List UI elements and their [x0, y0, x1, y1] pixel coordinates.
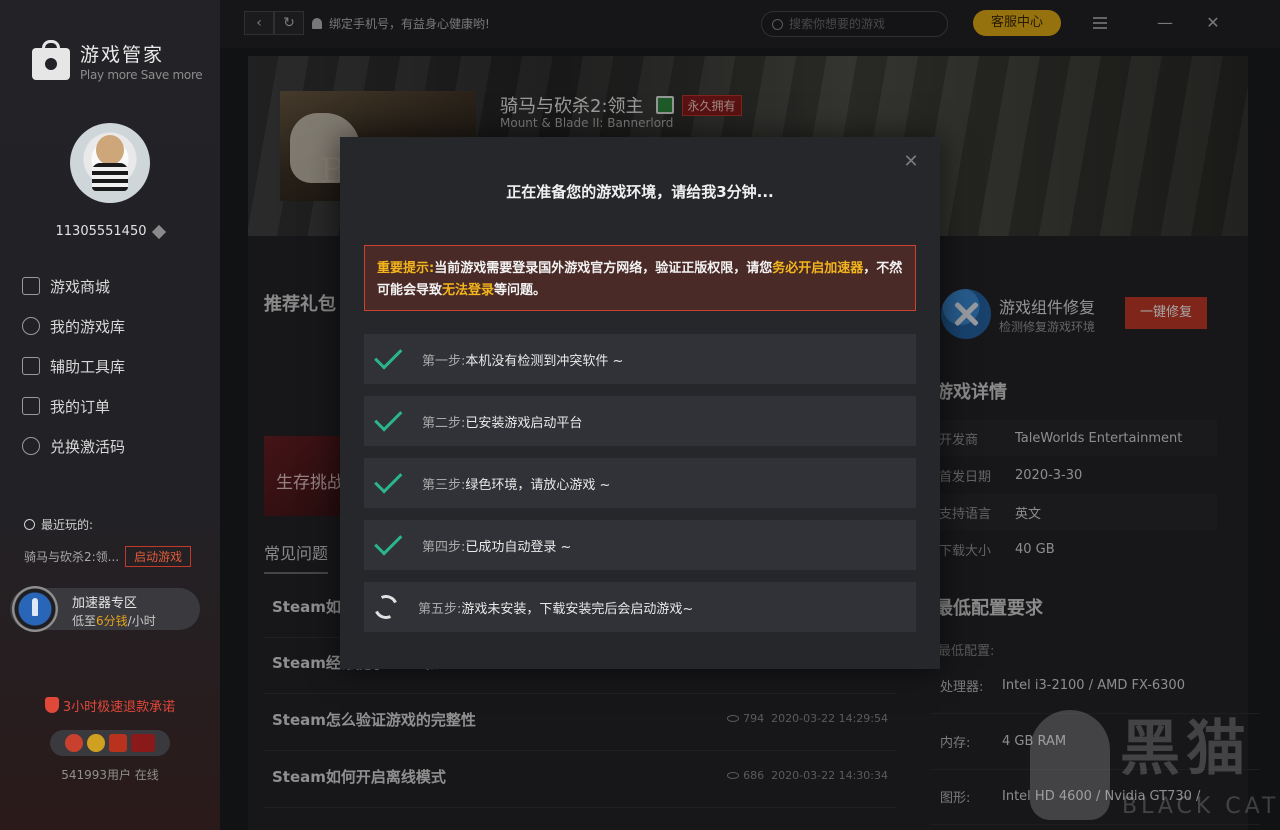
step-label: 第一步: — [422, 353, 466, 369]
police-badge-icon — [65, 734, 83, 752]
close-icon: ✕ — [903, 151, 919, 172]
loading-spinner-icon — [370, 591, 402, 623]
launch-game-button[interactable]: 启动游戏 — [125, 546, 192, 567]
notice-prefix: 重要提示: — [377, 261, 435, 276]
accelerator-price: 低至6分钱/小时 — [72, 612, 156, 629]
order-icon — [22, 397, 40, 415]
check-icon — [374, 465, 403, 494]
step-row: 第三步: 绿色环境，请放心游戏 ~ — [364, 458, 916, 508]
step-row: 第五步: 游戏未安装，下载安装完后会启动游戏~ — [364, 582, 916, 632]
user-id: 11305551450 — [0, 224, 220, 239]
recent-game-row: 骑马与砍杀2:领... 启动游戏 — [24, 546, 192, 567]
step-label: 第二步: — [422, 415, 466, 431]
price-prefix: 低至 — [72, 614, 97, 628]
shopping-bag-logo-icon — [30, 40, 72, 82]
sidebar-item-tools[interactable]: 辅助工具库 — [22, 346, 125, 386]
sidebar-item-store[interactable]: 游戏商城 — [22, 266, 125, 306]
check-icon — [374, 527, 403, 556]
refund-promise[interactable]: 3小时极速退款承诺 — [0, 696, 220, 715]
gamepad-icon — [22, 317, 40, 335]
sidebar-item-label: 兑换激活码 — [50, 437, 126, 456]
brand-title: 游戏管家 — [80, 44, 165, 66]
redeem-icon — [22, 437, 40, 455]
dialog-close-button[interactable]: ✕ — [902, 153, 920, 171]
refund-text: 3小时极速退款承诺 — [62, 700, 176, 715]
notice-highlight: 无法登录 — [442, 283, 495, 298]
price-suffix: /小时 — [127, 614, 156, 628]
accelerator-zone[interactable]: 加速器专区 低至6分钱/小时 — [10, 586, 200, 632]
notice-text: 等问题。 — [494, 283, 547, 298]
notice-highlight: 务必开启加速器 — [772, 261, 864, 276]
license-badge-icon — [109, 734, 127, 752]
certification-badges — [50, 730, 170, 756]
check-icon — [374, 341, 403, 370]
sidebar-item-label: 我的订单 — [50, 397, 111, 416]
store-icon — [22, 277, 40, 295]
sidebar-item-label: 辅助工具库 — [50, 357, 126, 376]
step-text: 本机没有检测到冲突软件 ~ — [465, 353, 624, 369]
toolbox-icon — [22, 357, 40, 375]
sidebar-item-orders[interactable]: 我的订单 — [22, 386, 125, 426]
sidebar-item-label: 游戏商城 — [50, 277, 111, 296]
sidebar-item-redeem[interactable]: 兑换激活码 — [22, 426, 125, 466]
sidebar-item-library[interactable]: 我的游戏库 — [22, 306, 125, 346]
check-icon — [374, 403, 403, 432]
step-text: 绿色环境，请放心游戏 ~ — [465, 477, 611, 493]
step-text: 已安装游戏启动平台 — [465, 415, 583, 431]
recent-heading-text: 最近玩的: — [41, 518, 94, 532]
rocket-icon — [12, 586, 58, 632]
step-row: 第四步: 已成功自动登录 ~ — [364, 520, 916, 570]
step-row: 第二步: 已安装游戏启动平台 — [364, 396, 916, 446]
avatar[interactable] — [70, 123, 150, 203]
recent-game-title[interactable]: 骑马与砍杀2:领... — [24, 548, 119, 565]
notice-text: 当前游戏需要登录国外游戏官方网络，验证正版权限，请您 — [434, 261, 773, 276]
important-notice: 重要提示:当前游戏需要登录国外游戏官方网络，验证正版权限，请您务必开启加速器，不… — [364, 245, 916, 311]
sidebar-nav: 游戏商城 我的游戏库 辅助工具库 我的订单 兑换激活码 — [22, 266, 125, 466]
step-label: 第四步: — [422, 539, 466, 555]
vip-diamond-icon[interactable] — [152, 224, 167, 239]
step-text: 已成功自动登录 ~ — [465, 539, 572, 555]
accelerator-title: 加速器专区 — [72, 596, 138, 611]
clock-icon — [24, 519, 35, 530]
recent-heading: 最近玩的: — [24, 516, 93, 533]
dialog-title: 正在准备您的游戏环境，请给我3分钟... — [506, 183, 774, 201]
prepare-environment-dialog: ✕ 正在准备您的游戏环境，请给我3分钟... 重要提示:当前游戏需要登录国外游戏… — [340, 137, 940, 669]
sidebar: 游戏管家 Play more Save more 11305551450 游戏商… — [0, 0, 220, 830]
step-row: 第一步: 本机没有检测到冲突软件 ~ — [364, 334, 916, 384]
refund-shield-icon — [44, 697, 59, 713]
user-id-text: 11305551450 — [55, 224, 147, 239]
emblem-badge-icon — [87, 734, 105, 752]
sidebar-item-label: 我的游戏库 — [50, 317, 126, 336]
step-label: 第五步: — [418, 601, 462, 617]
brand-slogan: Play more Save more — [80, 68, 203, 82]
step-label: 第三步: — [422, 477, 466, 493]
step-text: 游戏未安装，下载安装完后会启动游戏~ — [461, 601, 694, 617]
app-logo[interactable]: 游戏管家 Play more Save more — [30, 40, 203, 82]
online-users: 541993用户 在线 — [61, 768, 159, 782]
price-value: 6分钱 — [96, 614, 128, 628]
cnnic-badge-icon — [131, 734, 155, 752]
